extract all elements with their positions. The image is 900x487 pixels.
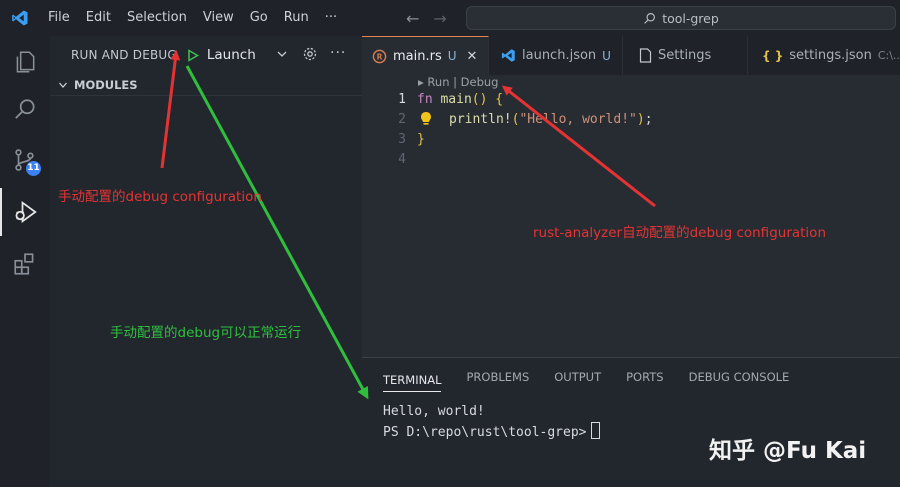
tab-label: Settings xyxy=(658,48,712,63)
menu-go[interactable]: Go xyxy=(242,0,276,36)
modules-section-header[interactable]: MODULES xyxy=(50,74,362,96)
menu-file[interactable]: File xyxy=(40,0,78,36)
menu-bar: File Edit Selection View Go Run ··· xyxy=(40,0,345,36)
search-icon xyxy=(644,12,656,24)
chevron-down-icon xyxy=(59,82,67,88)
source-control-badge: 11 xyxy=(26,161,41,176)
modules-label: MODULES xyxy=(74,77,138,92)
launch-config-label[interactable]: Launch xyxy=(207,47,256,63)
line-number: 3 xyxy=(398,132,406,147)
terminal-line: Hello, world! xyxy=(383,404,485,419)
tab-launch-json[interactable]: launch.json U xyxy=(489,36,623,75)
untracked-badge: U xyxy=(447,49,457,63)
bottom-panel: TERMINAL PROBLEMS OUTPUT PORTS DEBUG CON… xyxy=(362,357,900,487)
explorer-icon[interactable] xyxy=(0,38,50,86)
sidebar-title: RUN AND DEBUG xyxy=(71,48,177,62)
run-and-debug-icon[interactable] xyxy=(0,188,50,236)
tab-label: launch.json xyxy=(522,48,597,63)
source-control-icon[interactable]: 11 xyxy=(0,136,50,184)
title-bar: File Edit Selection View Go Run ··· ← → … xyxy=(0,0,900,36)
run-and-debug-sidebar: RUN AND DEBUG Launch ··· MODULES xyxy=(50,36,362,487)
zhihu-watermark: 知乎 @Fu Kai xyxy=(709,438,867,464)
rust-file-icon: R xyxy=(372,49,387,63)
menu-run[interactable]: Run xyxy=(276,0,317,36)
activity-bar: 11 xyxy=(0,36,50,487)
command-center-search[interactable]: tool-grep xyxy=(466,6,896,30)
svg-text:R: R xyxy=(377,52,383,61)
code-text: } xyxy=(417,132,425,147)
menu-selection[interactable]: Selection xyxy=(119,0,195,36)
tab-label: settings.json xyxy=(789,48,872,63)
untracked-badge: U xyxy=(602,48,611,63)
tab-settings-json[interactable]: { } settings.json C:\... xyxy=(748,36,900,75)
terminal-output[interactable]: Hello, world! PS D:\repo\rust\tool-grep> xyxy=(383,402,600,443)
gear-icon[interactable] xyxy=(302,46,318,62)
tab-debug-console[interactable]: DEBUG CONSOLE xyxy=(689,358,790,396)
editor-tabs: R main.rs U ✕ launch.json U Settings { }… xyxy=(362,36,900,75)
tab-problems[interactable]: PROBLEMS xyxy=(466,358,529,396)
back-arrow-icon[interactable]: ← xyxy=(406,9,419,28)
annotation-manual-works: 手动配置的debug可以正常运行 xyxy=(110,325,302,341)
panel-tabs: TERMINAL PROBLEMS OUTPUT PORTS DEBUG CON… xyxy=(362,358,900,396)
line-number: 1 xyxy=(398,92,406,107)
terminal-cursor xyxy=(590,422,600,439)
menu-more[interactable]: ··· xyxy=(317,0,345,36)
lightbulb-icon[interactable] xyxy=(420,111,432,127)
code-line: 1 fn main() { xyxy=(362,90,900,110)
tab-settings[interactable]: Settings xyxy=(623,36,748,75)
line-number: 2 xyxy=(398,112,406,127)
line-number: 4 xyxy=(398,152,406,167)
code-line: 3 } xyxy=(362,130,900,150)
extensions-icon[interactable] xyxy=(0,240,50,288)
tab-terminal[interactable]: TERMINAL xyxy=(383,362,442,392)
annotation-manual-config: 手动配置的debug configuration xyxy=(58,189,262,205)
search-view-icon[interactable] xyxy=(0,86,50,134)
start-debugging-icon[interactable] xyxy=(187,48,199,62)
menu-view[interactable]: View xyxy=(195,0,242,36)
settings-file-icon xyxy=(639,48,652,63)
launch-config-selector[interactable]: Launch xyxy=(187,47,256,63)
run-debug-codelens[interactable]: ▸ Run | Debug xyxy=(418,75,498,89)
tab-output[interactable]: OUTPUT xyxy=(554,358,601,396)
close-icon[interactable]: ✕ xyxy=(467,49,478,64)
code-text: fn main() { xyxy=(417,92,504,107)
tab-label: main.rs xyxy=(393,48,442,64)
annotation-rust-analyzer-config: rust-analyzer自动配置的debug configuration xyxy=(533,225,826,241)
code-line: 2 println!("Hello, world!"); xyxy=(362,110,900,130)
forward-arrow-icon[interactable]: → xyxy=(433,9,446,28)
more-actions-icon[interactable]: ··· xyxy=(330,45,346,61)
code-line: 4 xyxy=(362,150,900,170)
vscode-logo-icon xyxy=(0,0,40,36)
json-braces-icon: { } xyxy=(762,48,784,63)
tab-path: C:\... xyxy=(877,49,900,62)
code-editor[interactable]: ▸ Run | Debug 1 fn main() { 2 println!("… xyxy=(362,75,900,357)
tab-ports[interactable]: PORTS xyxy=(626,358,663,396)
vscode-file-icon xyxy=(501,49,515,62)
chevron-down-icon[interactable] xyxy=(276,48,288,60)
tab-main-rs[interactable]: R main.rs U ✕ xyxy=(362,36,489,75)
menu-edit[interactable]: Edit xyxy=(78,0,119,36)
terminal-prompt: PS D:\repo\rust\tool-grep> xyxy=(383,425,587,440)
run-debug-header: RUN AND DEBUG Launch ··· xyxy=(50,36,362,74)
search-text: tool-grep xyxy=(662,10,719,26)
code-text: println!("Hello, world!"); xyxy=(449,112,653,127)
